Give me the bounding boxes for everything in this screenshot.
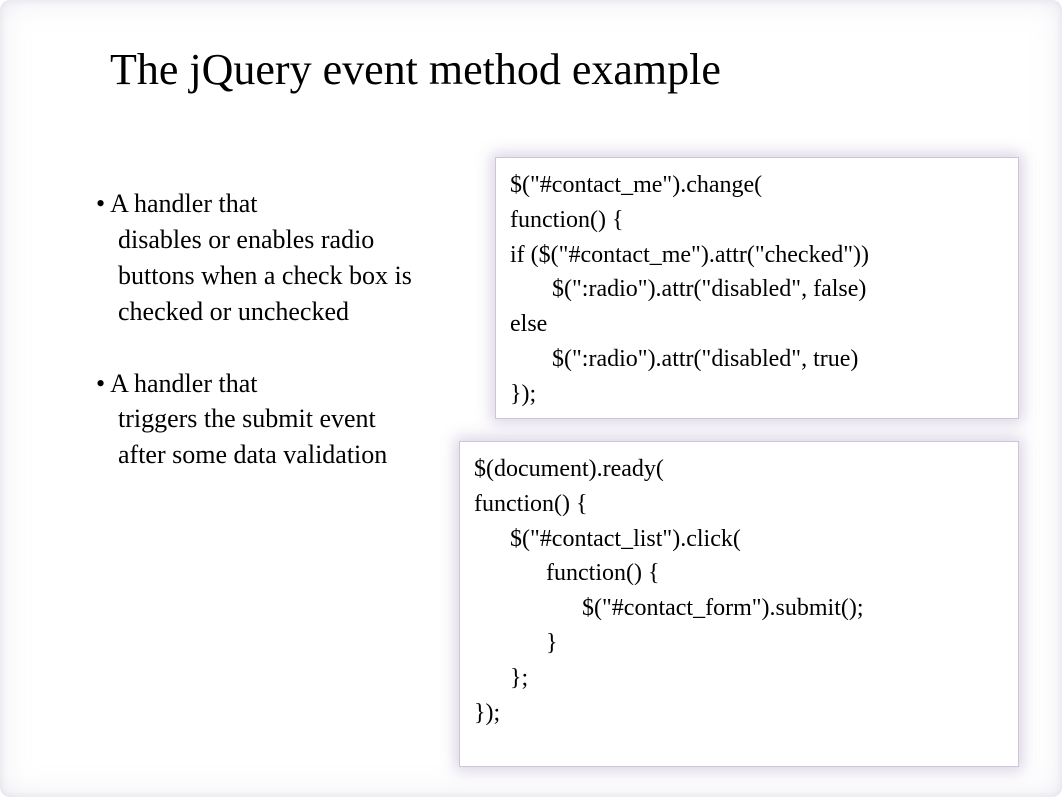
code-line: $("#contact_me").change( xyxy=(510,168,1004,203)
bullet-item: • A handler that triggers the submit eve… xyxy=(96,366,426,474)
code-line: function() { xyxy=(474,487,1004,522)
code-block-1: $("#contact_me").change( function() { if… xyxy=(495,157,1019,419)
code-line: }); xyxy=(510,377,1004,412)
slide: The jQuery event method example • A hand… xyxy=(0,0,1062,797)
code-line: if ($("#contact_me").attr("checked")) xyxy=(510,238,1004,273)
code-block-2: $(document).ready( function() { $("#cont… xyxy=(459,441,1019,767)
bullet-text: • A handler that xyxy=(96,366,426,402)
slide-title: The jQuery event method example xyxy=(110,44,721,95)
bullet-text: • A handler that xyxy=(96,186,426,222)
code-line: $(":radio").attr("disabled", true) xyxy=(510,342,1004,377)
code-line: $(":radio").attr("disabled", false) xyxy=(510,272,1004,307)
code-line: function() { xyxy=(474,556,1004,591)
bullet-item: • A handler that disables or enables rad… xyxy=(96,186,426,330)
bullet-list: • A handler that disables or enables rad… xyxy=(96,186,426,509)
code-line: } xyxy=(474,626,1004,661)
code-line: $("#contact_list").click( xyxy=(474,522,1004,557)
code-line: }); xyxy=(474,696,1004,731)
bullet-text: disables or enables radio buttons when a… xyxy=(96,222,426,330)
code-line: $("#contact_form").submit(); xyxy=(474,591,1004,626)
code-line: }; xyxy=(474,661,1004,696)
code-line: $(document).ready( xyxy=(474,452,1004,487)
code-line: else xyxy=(510,307,1004,342)
code-line: function() { xyxy=(510,203,1004,238)
bullet-text: triggers the submit event after some dat… xyxy=(96,401,426,473)
